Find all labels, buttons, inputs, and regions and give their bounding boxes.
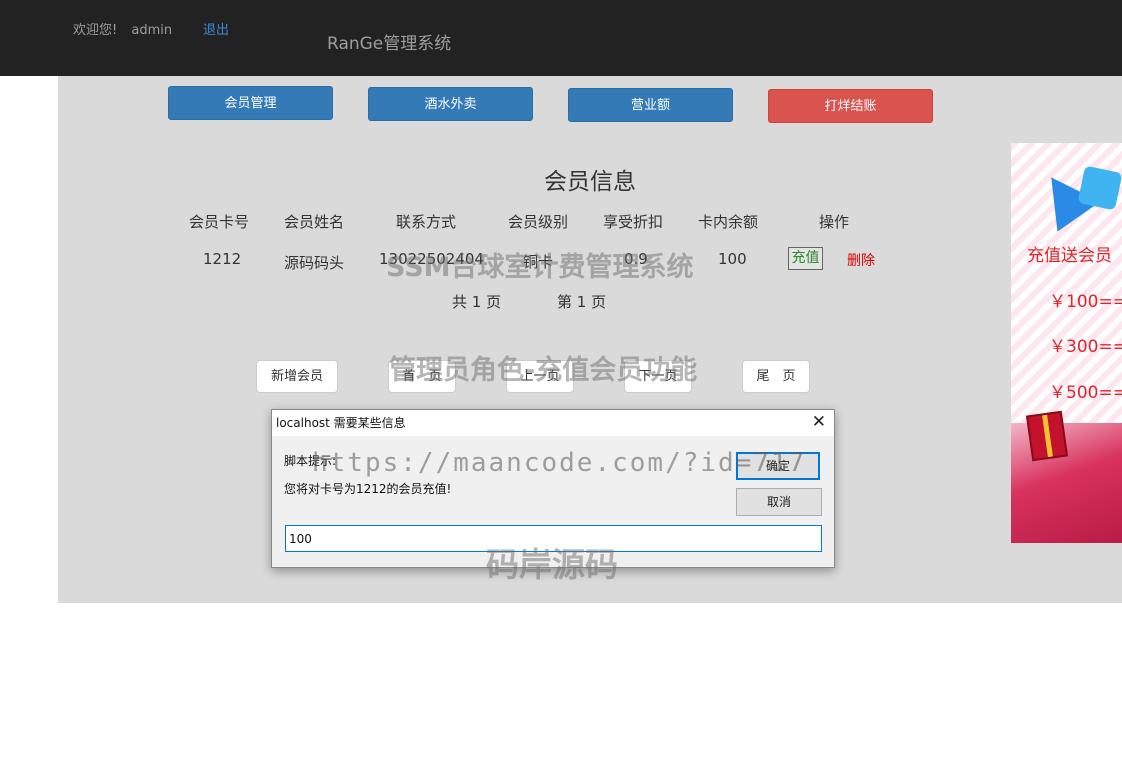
gift-box-icon	[1025, 410, 1069, 462]
cell-level: 铜卡	[523, 253, 554, 271]
cell-balance: 100	[718, 250, 747, 268]
column-header-discount: 享受折扣	[603, 213, 664, 231]
column-header-name: 会员姓名	[284, 213, 345, 231]
banner-decoration	[1011, 423, 1122, 543]
cancel-button[interactable]: 取消	[736, 488, 822, 516]
logout-link[interactable]: 退出	[203, 19, 229, 38]
username: admin	[131, 23, 173, 38]
current-page: 第 1 页	[557, 293, 607, 311]
cell-member-name: 源码码头	[284, 254, 345, 272]
column-header-phone: 联系方式	[396, 213, 457, 231]
welcome-message: 欢迎您! admin	[73, 19, 172, 38]
prompt-dialog: localhost 需要某些信息 ✕ 脚本提示: 您将对卡号为1212的会员充值…	[271, 409, 835, 568]
column-header-card: 会员卡号	[189, 213, 250, 231]
cell-card-number: 1212	[203, 250, 242, 268]
app-brand: RanGe管理系统	[327, 34, 452, 54]
cell-discount: 0.9	[624, 250, 648, 268]
gift-tag-icon	[1077, 165, 1122, 211]
promo-line: ￥500==0	[1049, 383, 1122, 403]
recharge-button[interactable]: 充值	[788, 247, 823, 270]
member-management-button[interactable]: 会员管理	[168, 86, 333, 120]
dialog-title: localhost 需要某些信息	[276, 416, 406, 430]
promo-banner: 充值送会员 ￥100==0 ￥300==0 ￥500==0	[1011, 143, 1122, 543]
prev-page-button[interactable]: 上一页	[506, 360, 574, 393]
cell-phone: 13022502404	[379, 250, 484, 268]
welcome-text: 欢迎您!	[73, 23, 118, 38]
column-header-level: 会员级别	[508, 213, 569, 231]
revenue-button[interactable]: 营业额	[568, 88, 733, 122]
page-title: 会员信息	[544, 169, 636, 195]
ok-button[interactable]: 确定	[736, 452, 820, 480]
close-icon[interactable]: ✕	[812, 412, 826, 432]
total-pages: 共 1 页	[452, 293, 502, 311]
dialog-message: 您将对卡号为1212的会员充值!	[284, 482, 452, 496]
promo-line: ￥100==0	[1049, 292, 1122, 312]
first-page-button[interactable]: 首 页	[388, 360, 456, 393]
last-page-button[interactable]: 尾 页	[742, 360, 810, 393]
promo-line: ￥300==0	[1049, 337, 1122, 357]
promo-title: 充值送会员	[1027, 246, 1112, 266]
column-header-balance: 卡内余额	[698, 213, 759, 231]
drinks-takeout-button[interactable]: 酒水外卖	[368, 87, 533, 121]
delete-link[interactable]: 删除	[847, 250, 875, 270]
recharge-amount-input[interactable]	[285, 525, 822, 552]
dialog-label: 脚本提示:	[284, 454, 337, 468]
closing-checkout-button[interactable]: 打烊结账	[768, 89, 933, 123]
dialog-titlebar: localhost 需要某些信息 ✕	[272, 410, 834, 436]
column-header-actions: 操作	[819, 213, 850, 231]
add-member-button[interactable]: 新增会员	[256, 360, 338, 393]
top-navbar: 欢迎您! admin 退出 RanGe管理系统	[0, 0, 1122, 76]
next-page-button[interactable]: 下一页	[624, 360, 692, 393]
